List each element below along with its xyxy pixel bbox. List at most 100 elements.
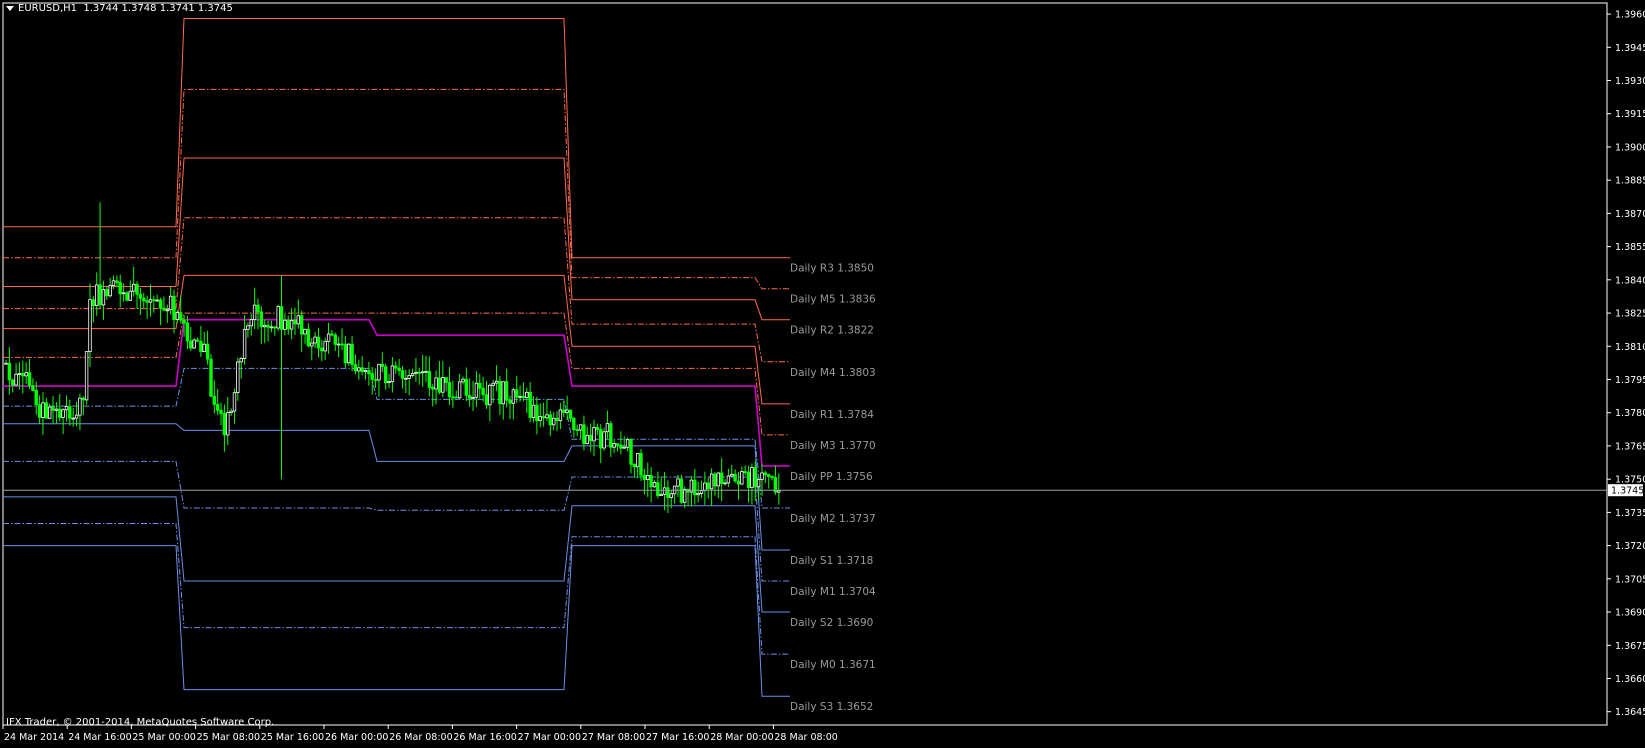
y-tick-label: 1.3945 (1615, 43, 1645, 54)
candle-body (172, 295, 176, 320)
candle-body (713, 473, 717, 487)
candle-body (209, 358, 213, 397)
y-tick-label: 1.3735 (1615, 508, 1645, 519)
candle-body (545, 414, 549, 419)
candle-body (202, 343, 206, 352)
candle-body (273, 326, 277, 329)
candle-body (666, 487, 670, 498)
candle-body (420, 371, 425, 374)
candle-body (504, 381, 509, 401)
candle-body (95, 284, 99, 306)
candle-body (474, 382, 479, 398)
x-tick-label: 26 Mar 00:00 (325, 732, 388, 743)
candle-body (676, 478, 680, 487)
candle-body (10, 379, 15, 386)
price-chart[interactable]: Daily R3 1.3850 Daily M5 1.3836 Daily R2 1… (0, 0, 1645, 748)
y-tick-label: 1.3810 (1615, 342, 1645, 353)
candle-body (568, 409, 573, 419)
candle-body (659, 493, 663, 496)
candle-body (595, 427, 600, 430)
candle-body (84, 351, 89, 401)
candle-body (521, 395, 526, 398)
candle-body (390, 365, 395, 383)
candle-body (770, 475, 774, 478)
level-pp-label: Daily PP 1.3756 (790, 471, 873, 483)
candle-body (632, 463, 636, 468)
candle-body (61, 409, 65, 418)
candle-body (457, 381, 462, 399)
symbol-header[interactable]: EURUSD,H1 1.3744 1.3748 1.3741 1.3745 (6, 3, 233, 14)
candle-body (370, 373, 374, 380)
candle-body (91, 299, 96, 307)
candle-body (279, 306, 284, 330)
candle-body (501, 381, 505, 405)
y-tick-label: 1.3840 (1615, 275, 1645, 286)
candle-body (484, 394, 489, 406)
candle-body (656, 482, 660, 497)
x-tick-label: 27 Mar 08:00 (582, 732, 645, 743)
candle-body (313, 336, 317, 344)
candle-body (743, 471, 747, 474)
candle-body (383, 366, 388, 384)
candle-body (306, 328, 311, 347)
y-tick-label: 1.3690 (1615, 608, 1645, 619)
candle-body (720, 472, 724, 484)
candle-body (602, 431, 606, 449)
y-tick-label: 1.3675 (1615, 641, 1645, 652)
candle-body (239, 358, 243, 363)
candle-body (51, 406, 55, 411)
y-tick-label: 1.3825 (1615, 309, 1645, 320)
candle-body (219, 409, 223, 414)
candle-body (27, 372, 32, 386)
x-tick-label: 25 Mar 00:00 (132, 732, 195, 743)
x-tick-label: 25 Mar 08:00 (197, 732, 260, 743)
chevron-down-icon[interactable] (6, 5, 14, 11)
candle-body (609, 423, 613, 448)
candle-body (48, 406, 52, 419)
candle-body (68, 406, 72, 419)
candle-body (528, 391, 532, 418)
candle-body (683, 488, 687, 503)
candle-body (131, 283, 136, 292)
candle-body (138, 293, 143, 299)
candle-body (740, 471, 744, 485)
level-m0-label: Daily M0 1.3671 (790, 659, 876, 671)
candle-body (481, 387, 485, 395)
candle-body (175, 312, 180, 320)
candle-body (24, 372, 28, 377)
candle-body (447, 382, 452, 398)
candle-body (733, 473, 737, 482)
candle-body (125, 292, 129, 301)
candle-body (693, 479, 697, 496)
candle-body (74, 414, 79, 419)
candle-body (699, 490, 704, 494)
candle-body (286, 319, 290, 330)
candle-body (471, 396, 475, 399)
candle-body (363, 369, 368, 373)
candle-body (121, 292, 126, 295)
candle-body (215, 403, 220, 411)
candle-body (756, 479, 761, 488)
candle-body (511, 389, 516, 404)
candle-body (242, 328, 247, 359)
candle-body (158, 299, 163, 309)
candle-body (226, 412, 230, 436)
x-tick-label: 28 Mar 08:00 (774, 732, 837, 743)
candle-body (478, 382, 482, 389)
candle-body (299, 315, 304, 335)
candle-body (232, 392, 237, 412)
candle-body (71, 417, 75, 420)
y-tick-label: 1.3915 (1615, 109, 1645, 120)
candle-body (293, 320, 297, 325)
candle-body (535, 404, 539, 422)
candle-body (162, 307, 166, 311)
candle-body (461, 378, 465, 383)
candle-body (454, 396, 458, 399)
candle-body (58, 408, 62, 418)
copyright-text: IFX Trader, © 2001-2014, MetaQuotes Soft… (6, 717, 275, 728)
candle-body (41, 402, 45, 418)
candle-body (414, 371, 418, 374)
candle-body (343, 343, 348, 364)
ohlc-values: 1.3744 1.3748 1.3741 1.3745 (83, 3, 233, 14)
candle-body (639, 452, 643, 476)
